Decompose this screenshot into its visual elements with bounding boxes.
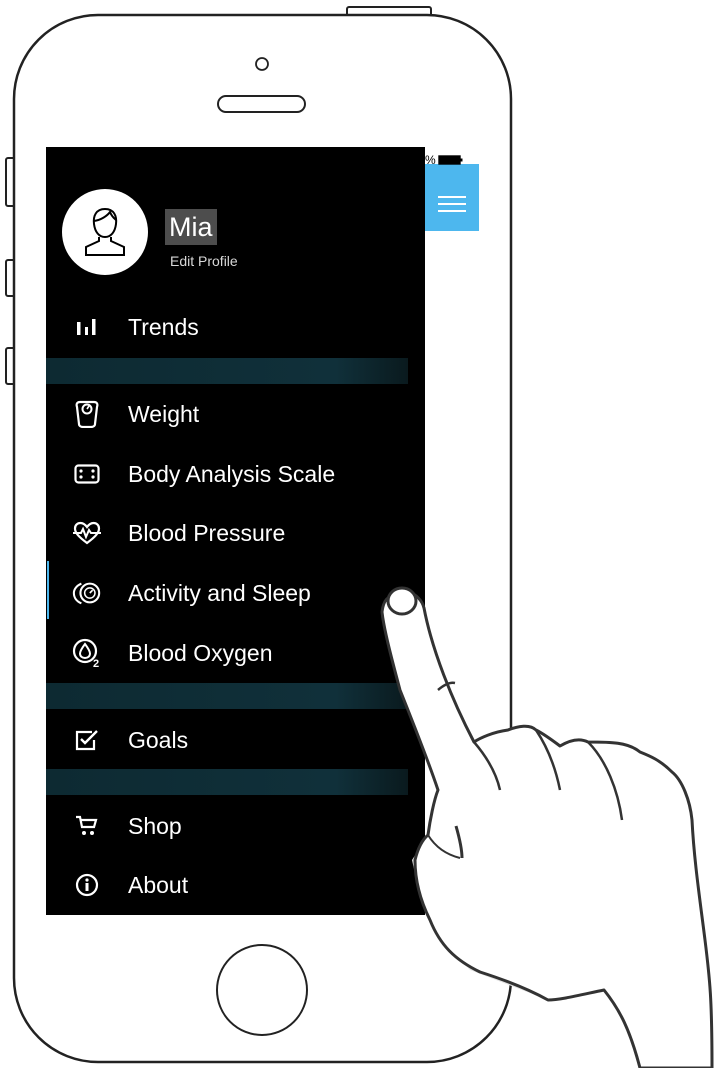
bar-chart-icon <box>72 312 102 342</box>
camera <box>255 57 269 71</box>
menu-item-blood-pressure[interactable]: Blood Pressure <box>46 511 425 555</box>
menu-separator <box>46 769 408 795</box>
hamburger-menu-icon[interactable] <box>438 196 466 212</box>
menu-item-label: Weight <box>128 400 200 427</box>
menu-item-body-analysis-scale[interactable]: Body Analysis Scale <box>46 452 425 496</box>
cart-icon <box>72 811 102 841</box>
body-scale-icon <box>72 459 102 489</box>
menu-item-activity-and-sleep[interactable]: Activity and Sleep <box>46 571 425 615</box>
menu-item-label: Blood Oxygen <box>128 639 273 666</box>
avatar[interactable] <box>62 189 148 275</box>
navigation-drawer: Mia Edit Profile Trends Weight Body Anal… <box>46 147 425 915</box>
home-button[interactable] <box>216 944 308 1036</box>
o2-icon: 2 <box>72 638 102 668</box>
phone-screen: % Mia Edit Profile Trends Weight Body An… <box>46 147 479 915</box>
speaker <box>217 95 306 113</box>
menu-separator <box>46 358 408 384</box>
menu-item-goals[interactable]: Goals <box>46 718 425 762</box>
user-name: Mia <box>165 209 217 245</box>
edit-profile-link[interactable]: Edit Profile <box>170 253 238 269</box>
menu-item-label: Activity and Sleep <box>128 579 311 606</box>
menu-item-label: Blood Pressure <box>128 519 286 546</box>
battery-icon <box>438 155 463 165</box>
checkbox-icon <box>72 725 102 755</box>
menu-item-label: Trends <box>128 313 199 340</box>
activity-tracker-icon <box>72 578 102 608</box>
info-icon <box>72 870 102 900</box>
menu-item-blood-oxygen[interactable]: 2 Blood Oxygen <box>46 631 425 675</box>
menu-item-label: Shop <box>128 812 182 839</box>
menu-item-label: About <box>128 871 189 898</box>
menu-item-label: Goals <box>128 726 189 753</box>
user-icon <box>85 207 125 256</box>
svg-text:2: 2 <box>93 658 99 668</box>
menu-item-shop[interactable]: Shop <box>46 804 425 848</box>
scale-icon <box>72 399 102 429</box>
menu-item-trends[interactable]: Trends <box>46 305 425 349</box>
menu-separator <box>46 683 408 709</box>
battery-percent: % <box>425 153 436 167</box>
heart-pulse-icon <box>72 518 102 548</box>
menu-item-weight[interactable]: Weight <box>46 392 425 436</box>
menu-item-label: Body Analysis Scale <box>128 460 336 487</box>
menu-item-about[interactable]: About <box>46 863 425 907</box>
